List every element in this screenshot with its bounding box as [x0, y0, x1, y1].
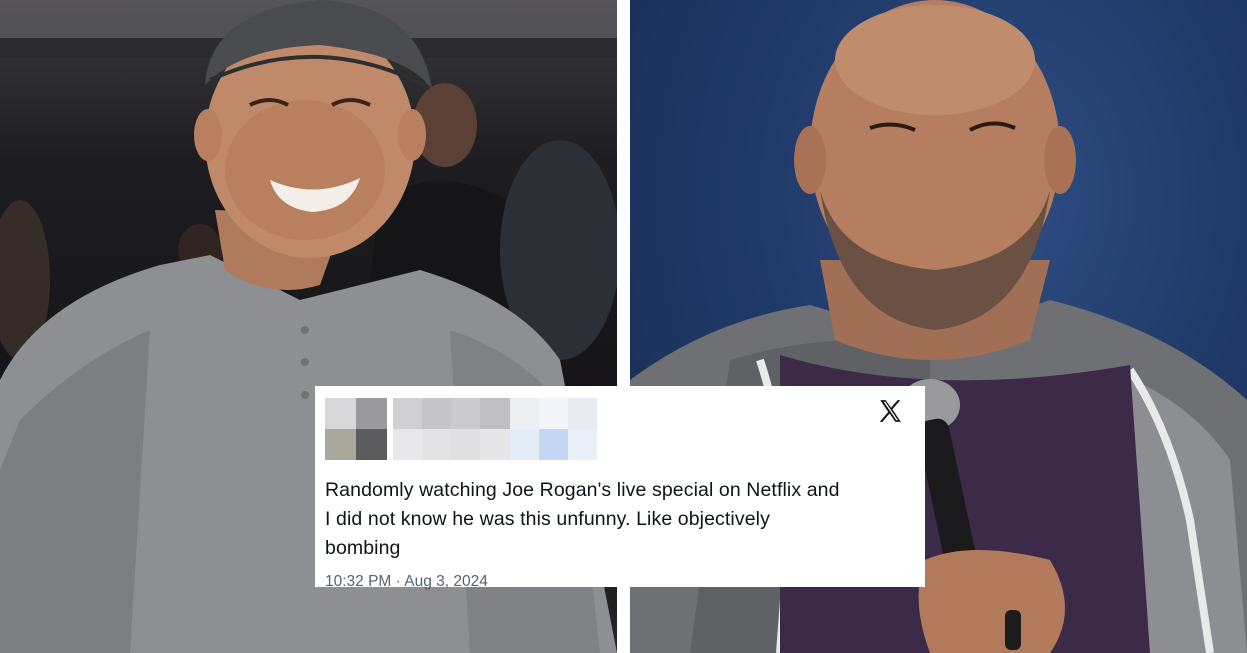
x-logo-icon[interactable]: [877, 398, 903, 424]
avatar-pixelated: [325, 398, 387, 460]
tweet-text: Randomly watching Joe Rogan's live speci…: [325, 479, 840, 559]
username-pixelated: [393, 398, 597, 460]
tweet-header: [325, 398, 915, 462]
tweet-card: Randomly watching Joe Rogan's live speci…: [315, 386, 925, 590]
collage: Randomly watching Joe Rogan's live speci…: [0, 0, 1247, 653]
tweet-meta-separator: ·: [395, 573, 401, 590]
tweet-timestamp[interactable]: 10:32 PM · Aug 3, 2024: [325, 573, 915, 591]
tweet-date: Aug 3, 2024: [404, 573, 488, 590]
tweet-time: 10:32 PM: [325, 573, 392, 590]
